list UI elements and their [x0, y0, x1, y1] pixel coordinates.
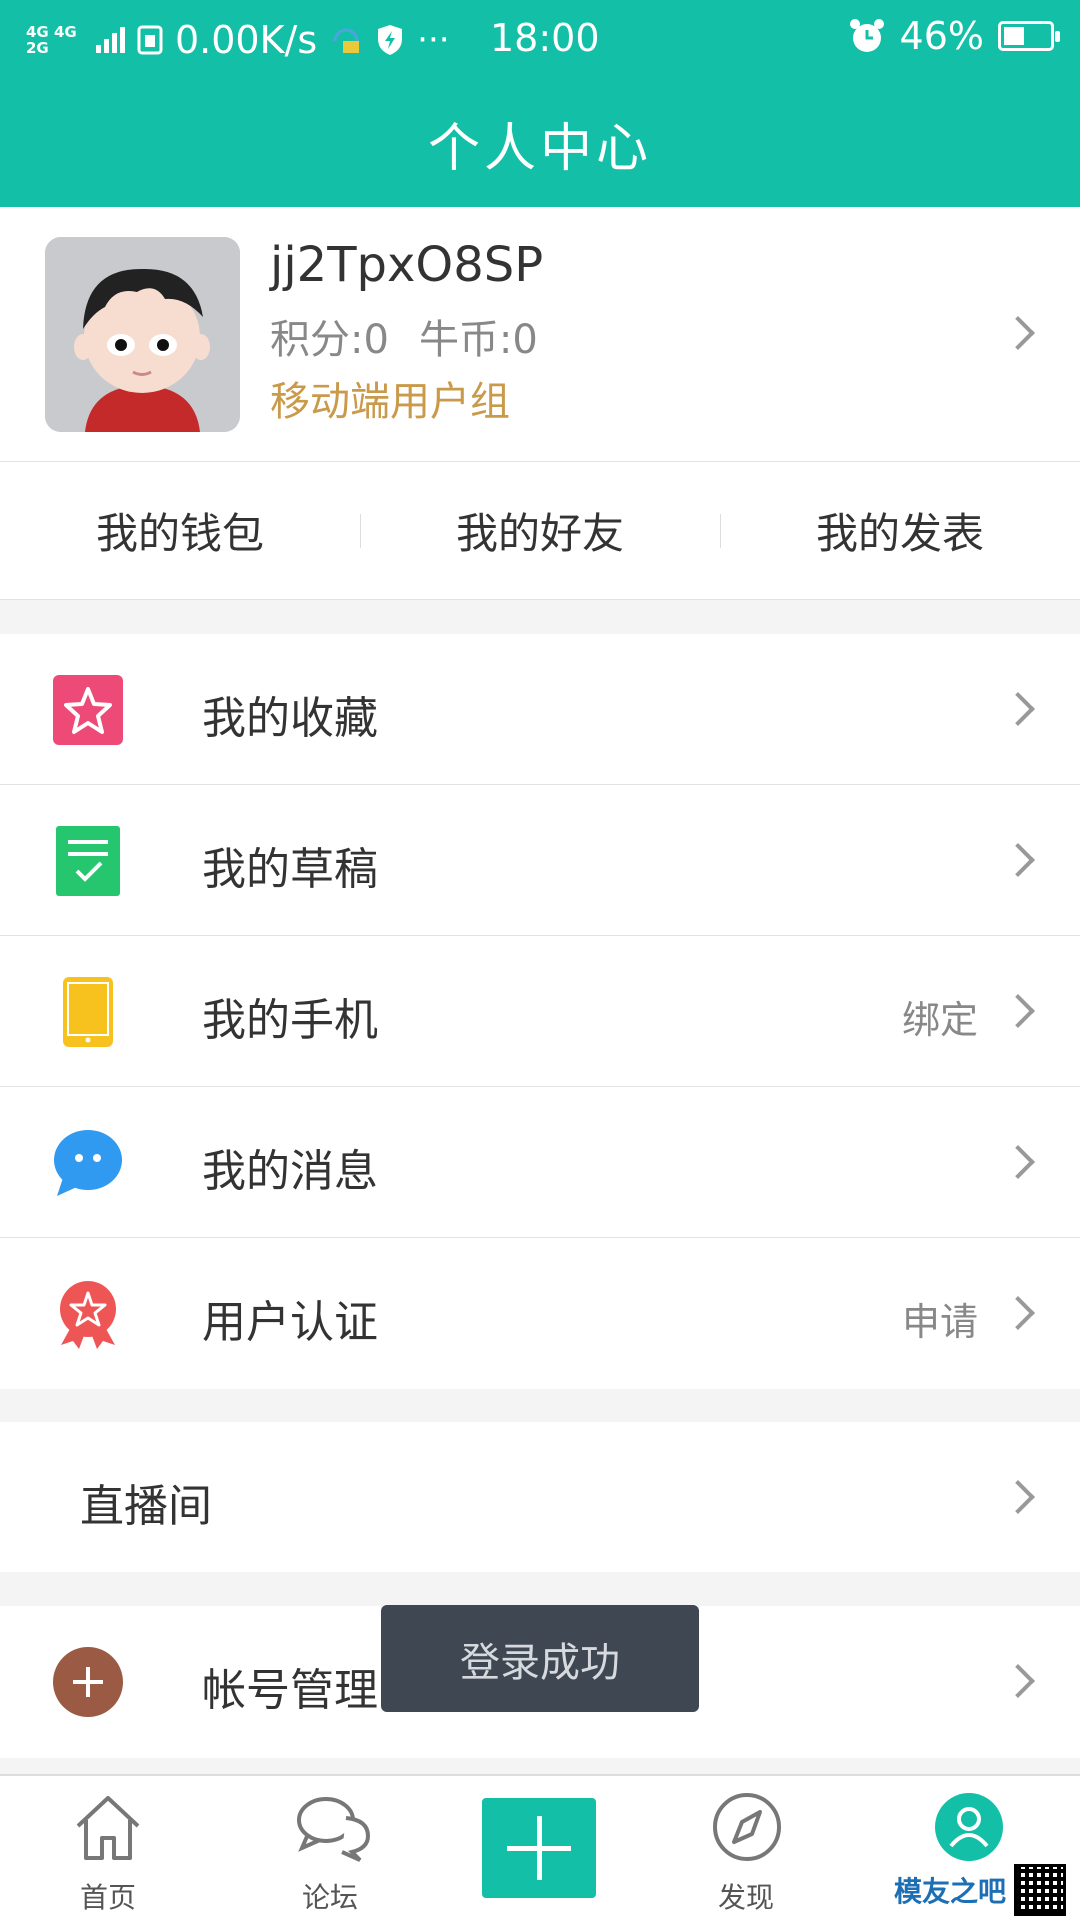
menu-item-label: 直播间 [80, 1481, 212, 1532]
coins-value: 牛币:0 [418, 317, 538, 363]
network-speed: 0.00K/s [175, 18, 318, 62]
message-icon [54, 1130, 122, 1196]
compass-icon [713, 1793, 781, 1861]
apply-verification-link[interactable]: 申请 [902, 1291, 978, 1346]
username: jj2TpxO8SP [270, 237, 544, 293]
quick-link-posts[interactable]: 我的发表 [720, 462, 1080, 599]
chevron-right-icon [1001, 843, 1035, 877]
qr-code-icon [1014, 1864, 1066, 1916]
shield-icon [378, 25, 403, 55]
tab-discover[interactable]: 发现 [638, 1776, 854, 1920]
live-section: 直播间 [0, 1422, 1080, 1572]
battery-icon [998, 21, 1060, 51]
alarm-icon [849, 19, 884, 52]
chevron-right-icon [1001, 692, 1035, 726]
clock: 18:00 [490, 16, 600, 60]
notification-icon [333, 28, 360, 53]
menu-item-label: 我的草稿 [202, 844, 378, 895]
quick-link-friends[interactable]: 我的好友 [360, 462, 720, 599]
menu-item-label: 我的消息 [202, 1146, 378, 1197]
tab-label: 论坛 [301, 1881, 358, 1914]
bind-phone-link[interactable]: 绑定 [902, 989, 978, 1044]
sim-icon [137, 25, 163, 55]
bottom-tab-bar: 首页 论坛 发现 模友之吧 [0, 1774, 1080, 1920]
user-icon [935, 1793, 1003, 1861]
badge-icon [60, 1281, 116, 1349]
home-icon [76, 1796, 140, 1860]
menu-item-phone[interactable]: 我的手机 绑定 [0, 936, 1080, 1087]
signal-icon [96, 27, 125, 53]
plus-circle-icon [53, 1647, 123, 1717]
points-value: 积分:0 [270, 317, 389, 363]
chevron-right-icon [1001, 1480, 1035, 1514]
quick-link-wallet[interactable]: 我的钱包 [0, 462, 360, 599]
page-title-bar: 个人中心 [0, 80, 1080, 207]
tab-home[interactable]: 首页 [0, 1776, 216, 1920]
network-indicator: 4G 4G 2G [26, 23, 77, 57]
draft-icon [56, 826, 120, 896]
tab-label: 首页 [79, 1881, 136, 1914]
menu-list: 我的收藏 我的草稿 我的手机 绑定 我的消息 用户认证 申请 [0, 634, 1080, 1389]
chevron-right-icon [1001, 316, 1035, 350]
chevron-right-icon [1001, 994, 1035, 1028]
avatar[interactable] [45, 237, 240, 432]
watermark-text: 模友之吧 [893, 1875, 1006, 1908]
chevron-right-icon [1001, 1664, 1035, 1698]
tab-forum[interactable]: 论坛 [222, 1776, 438, 1920]
menu-item-favorites[interactable]: 我的收藏 [0, 634, 1080, 785]
page-title: 个人中心 [427, 119, 652, 179]
points-line: 积分:0 牛币:0 [270, 307, 568, 365]
menu-item-drafts[interactable]: 我的草稿 [0, 785, 1080, 936]
chevron-right-icon [1001, 1296, 1035, 1330]
more-dots: ··· [417, 20, 450, 60]
menu-item-label: 帐号管理 [202, 1665, 378, 1716]
battery-percent: 46% [899, 14, 984, 58]
chat-bubbles-icon [297, 1797, 371, 1862]
menu-item-label: 我的收藏 [202, 693, 378, 744]
user-group: 移动端用户组 [270, 379, 510, 425]
phone-icon [63, 977, 113, 1047]
menu-item-messages[interactable]: 我的消息 [0, 1087, 1080, 1238]
toast-message: 登录成功 [381, 1605, 699, 1712]
watermark: 模友之吧 [894, 1864, 1066, 1916]
menu-item-live[interactable]: 直播间 [0, 1422, 1080, 1572]
chevron-right-icon [1001, 1145, 1035, 1179]
quick-links: 我的钱包 我的好友 我的发表 [0, 462, 1080, 600]
status-bar: 4G 4G 2G 0.00K/s ··· 18:00 46% [0, 0, 1080, 80]
tab-label: 发现 [717, 1881, 774, 1914]
profile-card[interactable]: jj2TpxO8SP 积分:0 牛币:0 移动端用户组 [0, 207, 1080, 462]
menu-item-label: 我的手机 [202, 995, 378, 1046]
avatar-image [45, 237, 240, 432]
add-post-button[interactable] [482, 1798, 596, 1898]
menu-item-verification[interactable]: 用户认证 申请 [0, 1238, 1080, 1389]
menu-item-label: 用户认证 [202, 1297, 378, 1348]
star-icon [53, 675, 123, 745]
